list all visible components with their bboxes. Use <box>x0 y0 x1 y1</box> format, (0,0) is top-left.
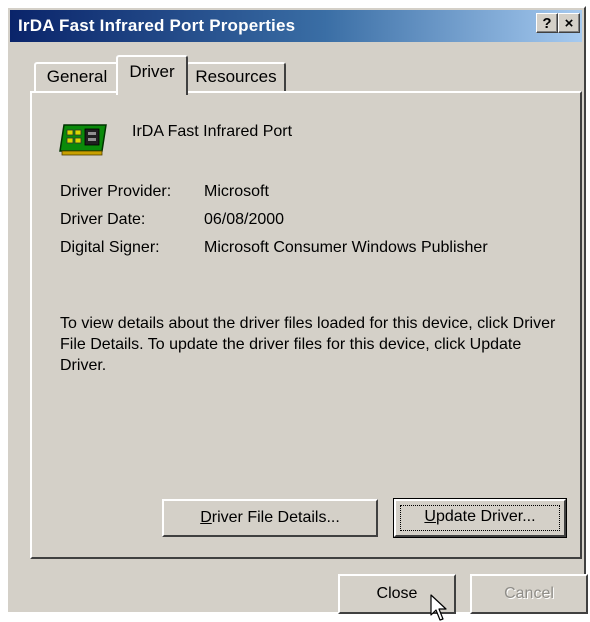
tab-general[interactable]: General <box>34 62 120 92</box>
driver-date-label: Driver Date: <box>60 211 146 228</box>
title-bar[interactable]: IrDA Fast Infrared Port Properties <box>10 10 582 42</box>
device-name: IrDA Fast Infrared Port <box>132 123 293 140</box>
driver-date-value: 06/08/2000 <box>204 211 285 228</box>
driver-file-details-button[interactable]: Driver File Details... <box>162 499 378 537</box>
infrared-port-card-icon <box>59 124 107 156</box>
file-details-label: river File Details... <box>211 509 340 526</box>
cancel-button: Cancel <box>470 574 588 614</box>
focus-rectangle <box>400 505 560 531</box>
mouse-pointer-icon <box>430 594 447 621</box>
file-details-mnemonic: D <box>200 509 212 526</box>
properties-dialog: IrDA Fast Infrared Port Properties ? × G… <box>6 6 588 621</box>
tab-resources[interactable]: Resources <box>186 62 286 92</box>
driver-provider-label: Driver Provider: <box>60 183 172 200</box>
driver-tab-panel: IrDA Fast Infrared Port Driver Provider:… <box>30 91 582 559</box>
help-button[interactable]: ? <box>536 13 558 33</box>
driver-provider-value: Microsoft <box>204 183 269 200</box>
window-title: IrDA Fast Infrared Port Properties <box>18 16 296 35</box>
close-window-button[interactable]: × <box>558 13 580 33</box>
tab-driver[interactable]: Driver <box>116 55 188 95</box>
driver-description-text: To view details about the driver files l… <box>60 315 556 374</box>
digital-signer-label: Digital Signer: <box>60 239 160 256</box>
update-driver-button[interactable]: Update Driver... <box>393 498 567 538</box>
digital-signer-value: Microsoft Consumer Windows Publisher <box>204 239 488 256</box>
